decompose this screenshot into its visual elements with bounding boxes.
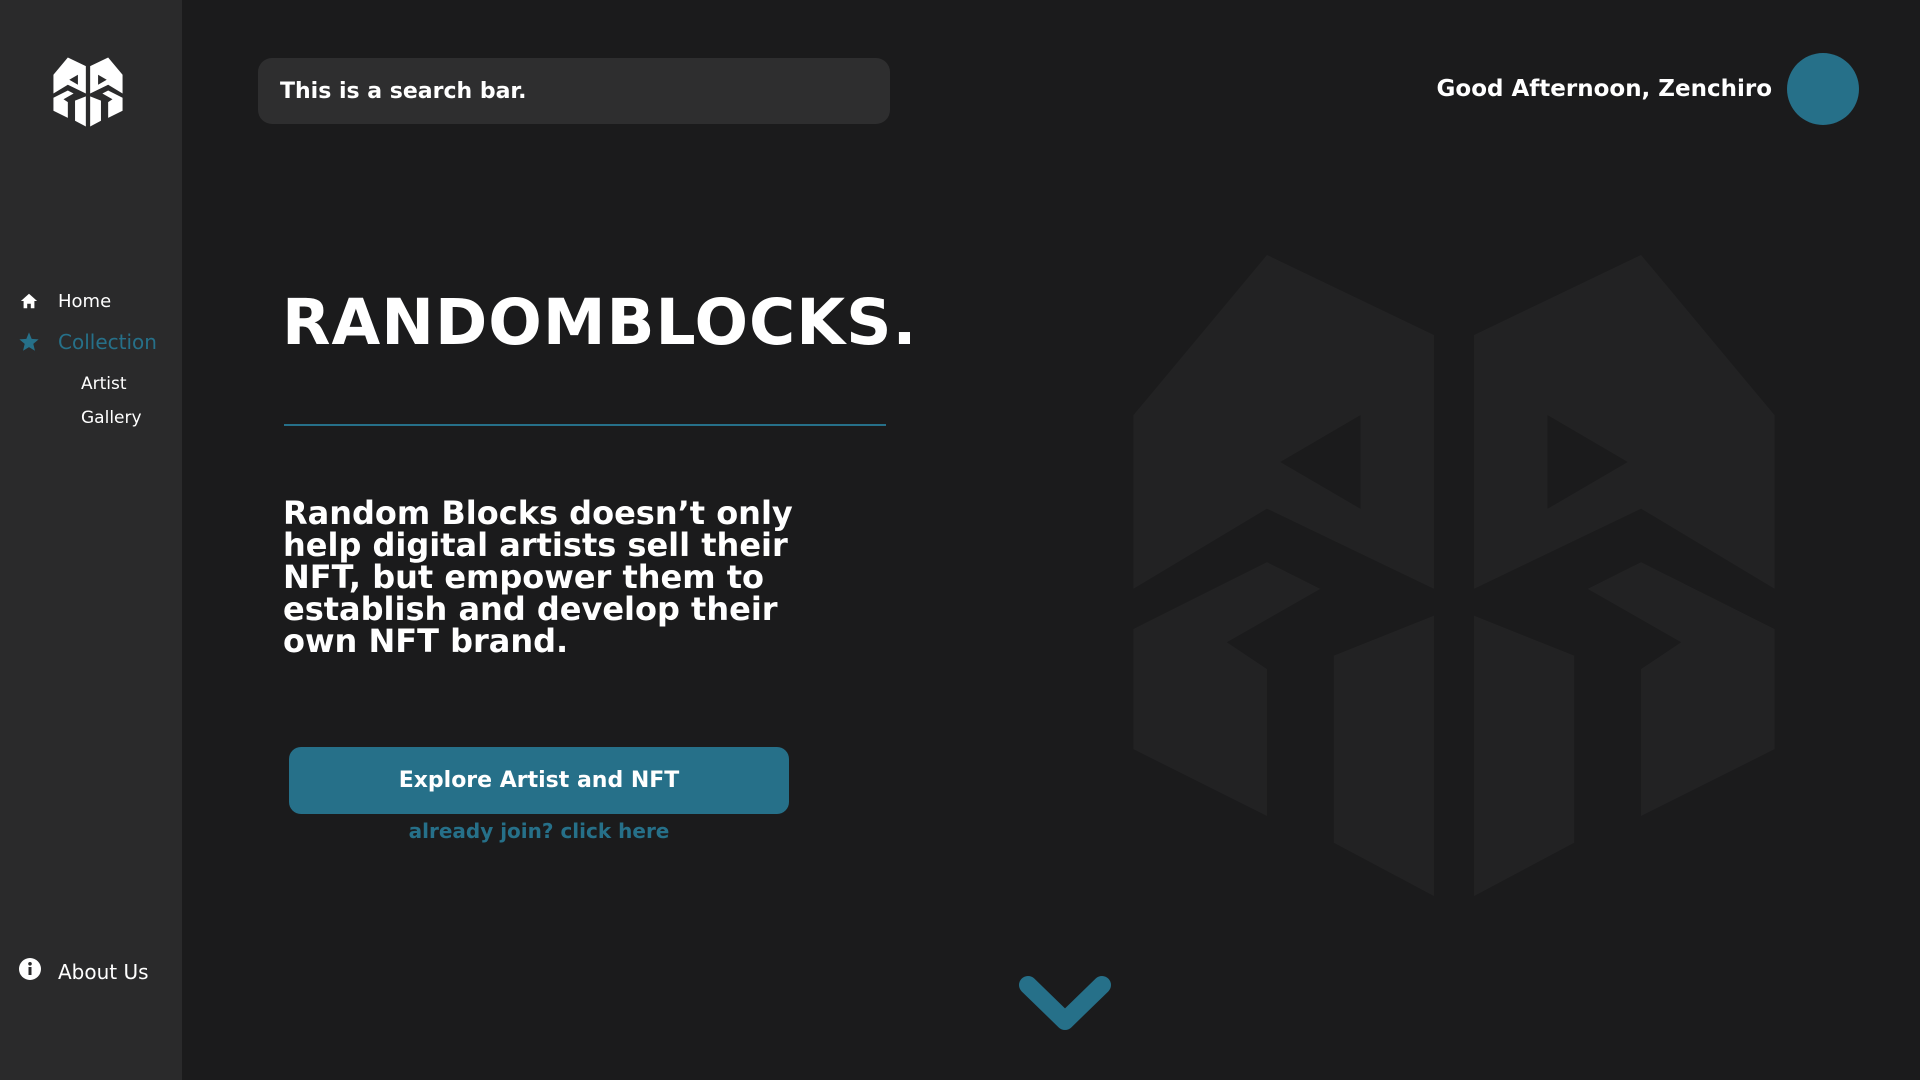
sidebar-subitem-gallery[interactable]: Gallery (81, 408, 142, 428)
hero-title: RANDOMBLOCKS. (282, 286, 918, 359)
home-icon (18, 290, 40, 312)
sidebar-item-label: About Us (58, 959, 149, 984)
star-icon (18, 331, 40, 353)
explore-artist-nft-button[interactable]: Explore Artist and NFT (289, 747, 789, 814)
search-bar[interactable] (258, 58, 890, 124)
sidebar-item-label: Home (58, 290, 112, 312)
hero-description: Random Blocks doesn’t only help digital … (283, 494, 793, 660)
title-divider (284, 424, 886, 426)
sidebar-item-home[interactable]: Home (18, 290, 111, 312)
search-input[interactable] (278, 77, 870, 105)
sidebar-item-about-us[interactable]: About Us (18, 957, 149, 986)
chevron-down-icon[interactable] (1018, 975, 1112, 1035)
sidebar-item-label: Collection (58, 330, 157, 354)
avatar[interactable] (1787, 53, 1859, 125)
app-root: Home Collection Artist Gallery About Us (0, 0, 1920, 1080)
info-icon (18, 957, 42, 986)
sidebar: Home Collection Artist Gallery About Us (0, 0, 182, 1080)
already-join-link[interactable]: already join? click here (289, 819, 789, 843)
watermark-logo-icon (1133, 254, 1775, 897)
sidebar-subitem-artist[interactable]: Artist (81, 374, 127, 394)
greeting-text: Good Afternoon, Zenchiro (1436, 76, 1772, 102)
sidebar-item-collection[interactable]: Collection (18, 330, 157, 354)
randomblocks-logo-icon[interactable] (52, 56, 124, 128)
